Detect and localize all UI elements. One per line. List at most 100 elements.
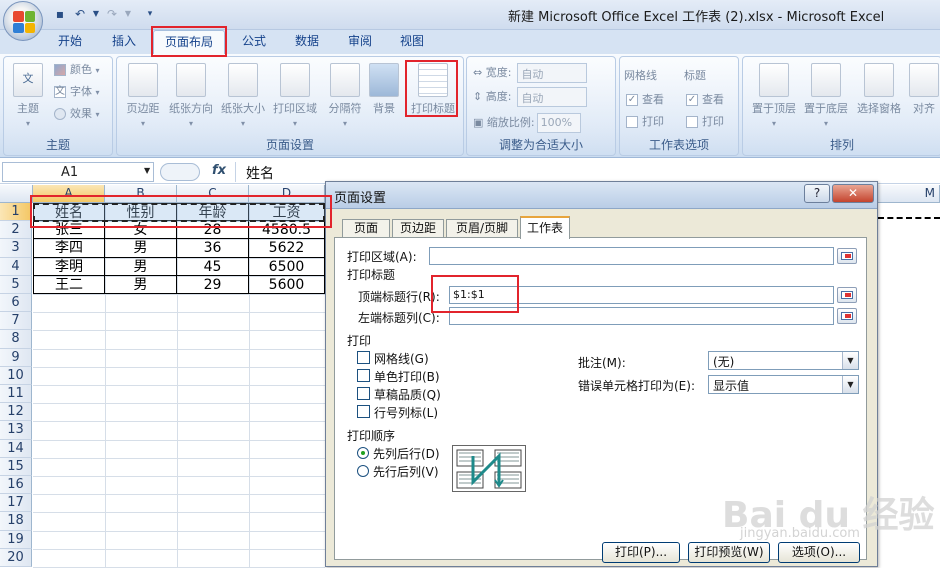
column-header-d[interactable]: D <box>249 185 325 203</box>
gridlines-print-checkbox[interactable]: 打印 <box>626 113 664 129</box>
tab-home[interactable]: 开始 <box>48 30 92 54</box>
row-header[interactable]: 9 <box>0 348 32 367</box>
table-cell[interactable]: 36 <box>177 239 249 258</box>
row-header[interactable]: 1 <box>0 203 32 222</box>
options-button[interactable]: 选项(O)... <box>778 542 860 563</box>
row-header[interactable]: 3 <box>0 239 32 258</box>
table-cell[interactable]: 29 <box>177 275 249 294</box>
row-header[interactable]: 4 <box>0 257 32 276</box>
redo-dropdown-icon[interactable]: ▼ <box>120 6 136 22</box>
width-select[interactable]: 自动 <box>517 63 588 83</box>
row-header[interactable]: 6 <box>0 294 32 313</box>
formula-bar-handle[interactable] <box>160 163 200 181</box>
comments-select[interactable]: (无) ▼ <box>708 351 859 370</box>
row-header[interactable]: 18 <box>0 512 32 531</box>
row-col-headings-checkbox[interactable] <box>357 405 370 418</box>
table-cell[interactable]: 4580.5 <box>249 221 325 240</box>
table-cell[interactable]: 5600 <box>249 275 325 294</box>
table-cell[interactable]: 28 <box>177 221 249 240</box>
table-cell[interactable]: 女 <box>105 221 177 240</box>
column-header-a[interactable]: A <box>33 185 105 203</box>
row-header[interactable]: 19 <box>0 530 32 549</box>
theme-fonts-button[interactable]: 文字体 ▾ <box>54 83 100 99</box>
down-then-over-radio[interactable] <box>357 447 369 459</box>
themes-button[interactable]: 文 主题 ▾ <box>8 63 48 129</box>
table-cell[interactable]: 李四 <box>33 239 105 258</box>
table-cell[interactable]: 王二 <box>33 275 105 294</box>
left-columns-input[interactable] <box>449 307 834 325</box>
draft-quality-checkbox[interactable] <box>357 387 370 400</box>
cell-errors-select[interactable]: 显示值 ▼ <box>708 375 859 394</box>
formula-content[interactable]: 姓名 <box>246 163 274 183</box>
selection-pane-button[interactable]: 选择窗格 <box>851 63 907 116</box>
tab-page-layout[interactable]: 页面布局 <box>153 30 225 54</box>
column-header-m[interactable]: M <box>878 185 940 203</box>
background-button[interactable]: 背景 <box>363 63 405 116</box>
close-button[interactable]: ✕ <box>832 184 874 203</box>
undo-icon[interactable]: ↶ <box>72 6 88 22</box>
row-header[interactable]: 20 <box>0 548 32 567</box>
send-back-button[interactable]: 置于底层 ▾ <box>799 63 853 129</box>
print-button[interactable]: 打印(P)... <box>602 542 680 563</box>
table-cell[interactable]: 5622 <box>249 239 325 258</box>
gridlines-checkbox[interactable] <box>357 351 370 364</box>
tab-formulas[interactable]: 公式 <box>232 30 276 54</box>
tab-margins[interactable]: 页边距 <box>392 219 444 238</box>
row-header[interactable]: 10 <box>0 366 32 385</box>
breaks-button[interactable]: 分隔符 ▾ <box>321 63 369 129</box>
table-cell[interactable]: 李明 <box>33 257 105 276</box>
headings-print-checkbox[interactable]: 打印 <box>686 113 724 129</box>
top-rows-collapse-button[interactable] <box>837 287 857 303</box>
row-header[interactable]: 2 <box>0 221 32 240</box>
print-titles-button[interactable]: 打印标题 <box>407 63 459 116</box>
gridlines-view-checkbox[interactable]: ✓ 查看 <box>626 91 664 107</box>
table-cell[interactable]: 张三 <box>33 221 105 240</box>
row-header[interactable]: 11 <box>0 385 32 404</box>
table-cell[interactable]: 男 <box>105 257 177 276</box>
row-header[interactable]: 7 <box>0 312 32 331</box>
table-cell[interactable]: 6500 <box>249 257 325 276</box>
table-cell[interactable]: 45 <box>177 257 249 276</box>
name-box[interactable]: A1 <box>2 162 154 182</box>
headings-view-checkbox[interactable]: ✓ 查看 <box>686 91 724 107</box>
tab-insert[interactable]: 插入 <box>102 30 146 54</box>
theme-colors-button[interactable]: 颜色 ▾ <box>54 61 100 77</box>
tab-data[interactable]: 数据 <box>285 30 329 54</box>
tab-page[interactable]: 页面 <box>342 219 390 238</box>
black-white-checkbox[interactable] <box>357 369 370 382</box>
table-cell[interactable]: 男 <box>105 239 177 258</box>
tab-review[interactable]: 审阅 <box>338 30 382 54</box>
row-header[interactable]: 8 <box>0 330 32 349</box>
size-button[interactable]: 纸张大小 ▾ <box>219 63 267 129</box>
undo-dropdown-icon[interactable]: ▼ <box>88 6 104 22</box>
height-select[interactable]: 自动 <box>517 87 588 107</box>
column-header-b[interactable]: B <box>105 185 177 203</box>
office-button[interactable] <box>3 1 43 41</box>
help-button[interactable]: ? <box>804 184 830 203</box>
row-header[interactable]: 16 <box>0 476 32 495</box>
row-header[interactable]: 13 <box>0 421 32 440</box>
scale-spinner[interactable]: 100% <box>536 113 581 133</box>
theme-effects-button[interactable]: 效果 ▾ <box>54 105 100 121</box>
row-header[interactable]: 12 <box>0 403 32 422</box>
orientation-button[interactable]: 纸张方向 ▾ <box>167 63 215 129</box>
row-header[interactable]: 15 <box>0 457 32 476</box>
tab-view[interactable]: 视图 <box>390 30 434 54</box>
tab-header-footer[interactable]: 页眉/页脚 <box>446 219 518 238</box>
customize-qat-icon[interactable]: ▾ <box>142 6 158 22</box>
print-area-collapse-button[interactable] <box>837 248 857 264</box>
left-columns-collapse-button[interactable] <box>837 308 857 324</box>
table-cell[interactable]: 男 <box>105 275 177 294</box>
row-header[interactable]: 5 <box>0 275 32 294</box>
row-header[interactable]: 14 <box>0 439 32 458</box>
align-button[interactable]: 对齐 <box>907 63 940 116</box>
fx-icon[interactable]: fx <box>212 163 226 178</box>
over-then-down-radio[interactable] <box>357 465 369 477</box>
margins-button[interactable]: 页边距 ▾ <box>119 63 167 129</box>
save-icon[interactable]: ▪ <box>52 6 68 22</box>
print-area-button[interactable]: 打印区域 ▾ <box>271 63 319 129</box>
row-header[interactable]: 17 <box>0 494 32 513</box>
name-box-dropdown-icon[interactable]: ▼ <box>144 166 150 175</box>
redo-icon[interactable]: ↷ <box>104 6 120 22</box>
print-area-input[interactable] <box>429 247 834 265</box>
